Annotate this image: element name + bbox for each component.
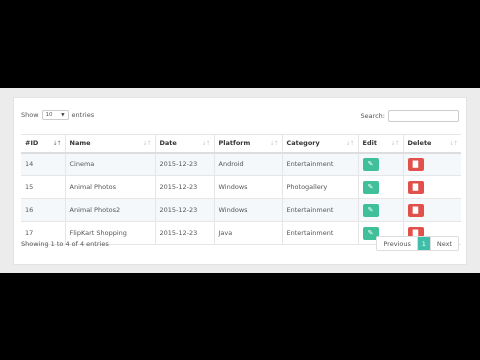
delete-button[interactable]: ▇ bbox=[407, 180, 424, 194]
cell-name: Animal Photos2 bbox=[65, 198, 156, 222]
cell-date: 2015-12-23 bbox=[155, 175, 215, 199]
search-input[interactable] bbox=[388, 110, 459, 122]
column-header-date[interactable]: Date ↓↑ bbox=[155, 134, 215, 154]
cell-date: 2015-12-23 bbox=[155, 198, 215, 222]
trash-icon: ▇ bbox=[412, 183, 419, 191]
sort-icon: ↓↑ bbox=[201, 140, 210, 147]
cell-date: 2015-12-23 bbox=[155, 221, 215, 245]
column-header-platform[interactable]: Platform ↓↑ bbox=[214, 134, 283, 154]
cell-name: Animal Photos bbox=[65, 175, 156, 199]
trash-icon: ▇ bbox=[412, 206, 419, 214]
cell-platform: Windows bbox=[214, 175, 283, 199]
cell-category: Entertainment bbox=[282, 198, 359, 222]
delete-button[interactable]: ▇ bbox=[407, 157, 424, 171]
sort-icon: ↓↑ bbox=[345, 140, 354, 147]
cell-category: Photogallery bbox=[282, 175, 359, 199]
cell-delete: ▇ bbox=[403, 198, 461, 222]
edit-button[interactable]: ✎ bbox=[362, 180, 379, 194]
cell-platform: Android bbox=[214, 152, 283, 176]
pencil-icon: ✎ bbox=[367, 183, 374, 191]
pencil-icon: ✎ bbox=[367, 160, 374, 169]
cell-platform: Windows bbox=[214, 198, 283, 222]
edit-button[interactable]: ✎ bbox=[362, 203, 379, 217]
cell-name: Cinema bbox=[65, 152, 156, 176]
search-label: Search: bbox=[360, 112, 385, 120]
cell-edit: ✎ bbox=[358, 152, 404, 176]
column-header-id[interactable]: #ID ↓↑ bbox=[21, 134, 66, 154]
entries-table: #ID ↓↑ Name ↓↑ Date ↓↑ Platform ↓↑ Category ↓… bbox=[21, 134, 461, 245]
entries-length-control: Show 10 ▼ entries bbox=[21, 110, 94, 120]
cell-id: 16 bbox=[21, 198, 66, 222]
cell-delete: ▇ bbox=[403, 175, 461, 199]
entries-per-page-value: 10 bbox=[45, 112, 53, 118]
column-header-delete[interactable]: Delete ↓↑ bbox=[403, 134, 461, 154]
table-info: Showing 1 to 4 of 4 entries bbox=[21, 240, 109, 248]
sort-icon: ↓↑ bbox=[142, 140, 151, 147]
page-1-button[interactable]: 1 bbox=[416, 237, 430, 250]
cell-category: Entertainment bbox=[282, 152, 359, 176]
cell-edit: ✎ bbox=[358, 175, 404, 199]
trash-icon: ▇ bbox=[412, 160, 419, 169]
sort-icon: ↓↑ bbox=[390, 140, 399, 147]
table-row: 16 Animal Photos2 2015-12-23 Windows Ent… bbox=[21, 198, 461, 222]
table-row: 15 Animal Photos 2015-12-23 Windows Phot… bbox=[21, 175, 461, 199]
column-header-name[interactable]: Name ↓↑ bbox=[65, 134, 156, 154]
entries-per-page-select[interactable]: 10 ▼ bbox=[41, 110, 69, 120]
sort-icon: ↓↑ bbox=[448, 140, 458, 147]
next-page-button[interactable]: Next bbox=[429, 237, 458, 250]
column-header-edit[interactable]: Edit ↓↑ bbox=[358, 134, 404, 154]
edit-button[interactable]: ✎ bbox=[362, 157, 379, 171]
cell-category: Entertainment bbox=[282, 221, 359, 245]
previous-page-button[interactable]: Previous bbox=[377, 237, 417, 250]
sort-asc-icon: ↓↑ bbox=[52, 140, 61, 147]
length-prefix-label: Show bbox=[21, 111, 39, 119]
pencil-icon: ✎ bbox=[367, 206, 374, 214]
column-header-category[interactable]: Category ↓↑ bbox=[282, 134, 359, 154]
cell-id: 15 bbox=[21, 175, 66, 199]
cell-delete: ▇ bbox=[403, 152, 461, 176]
delete-button[interactable]: ▇ bbox=[407, 203, 424, 217]
table-controls: Show 10 ▼ entries Search: bbox=[21, 110, 459, 124]
sort-icon: ↓↑ bbox=[269, 140, 278, 147]
pencil-icon: ✎ bbox=[367, 229, 374, 237]
pagination: Previous 1 Next bbox=[376, 236, 459, 251]
cell-id: 14 bbox=[21, 152, 66, 176]
table-row: 14 Cinema 2015-12-23 Android Entertainme… bbox=[21, 152, 461, 176]
data-table-panel: Show 10 ▼ entries Search: #ID ↓↑ Name ↓↑… bbox=[13, 97, 467, 265]
cell-edit: ✎ bbox=[358, 198, 404, 222]
cell-date: 2015-12-23 bbox=[155, 152, 215, 176]
length-suffix-label: entries bbox=[71, 111, 95, 119]
chevron-down-icon: ▼ bbox=[61, 112, 65, 118]
search-control: Search: bbox=[360, 110, 459, 122]
cell-platform: Java bbox=[214, 221, 283, 245]
table-header-row: #ID ↓↑ Name ↓↑ Date ↓↑ Platform ↓↑ Category ↓… bbox=[21, 134, 461, 154]
viewport: Show 10 ▼ entries Search: #ID ↓↑ Name ↓↑… bbox=[0, 88, 480, 273]
